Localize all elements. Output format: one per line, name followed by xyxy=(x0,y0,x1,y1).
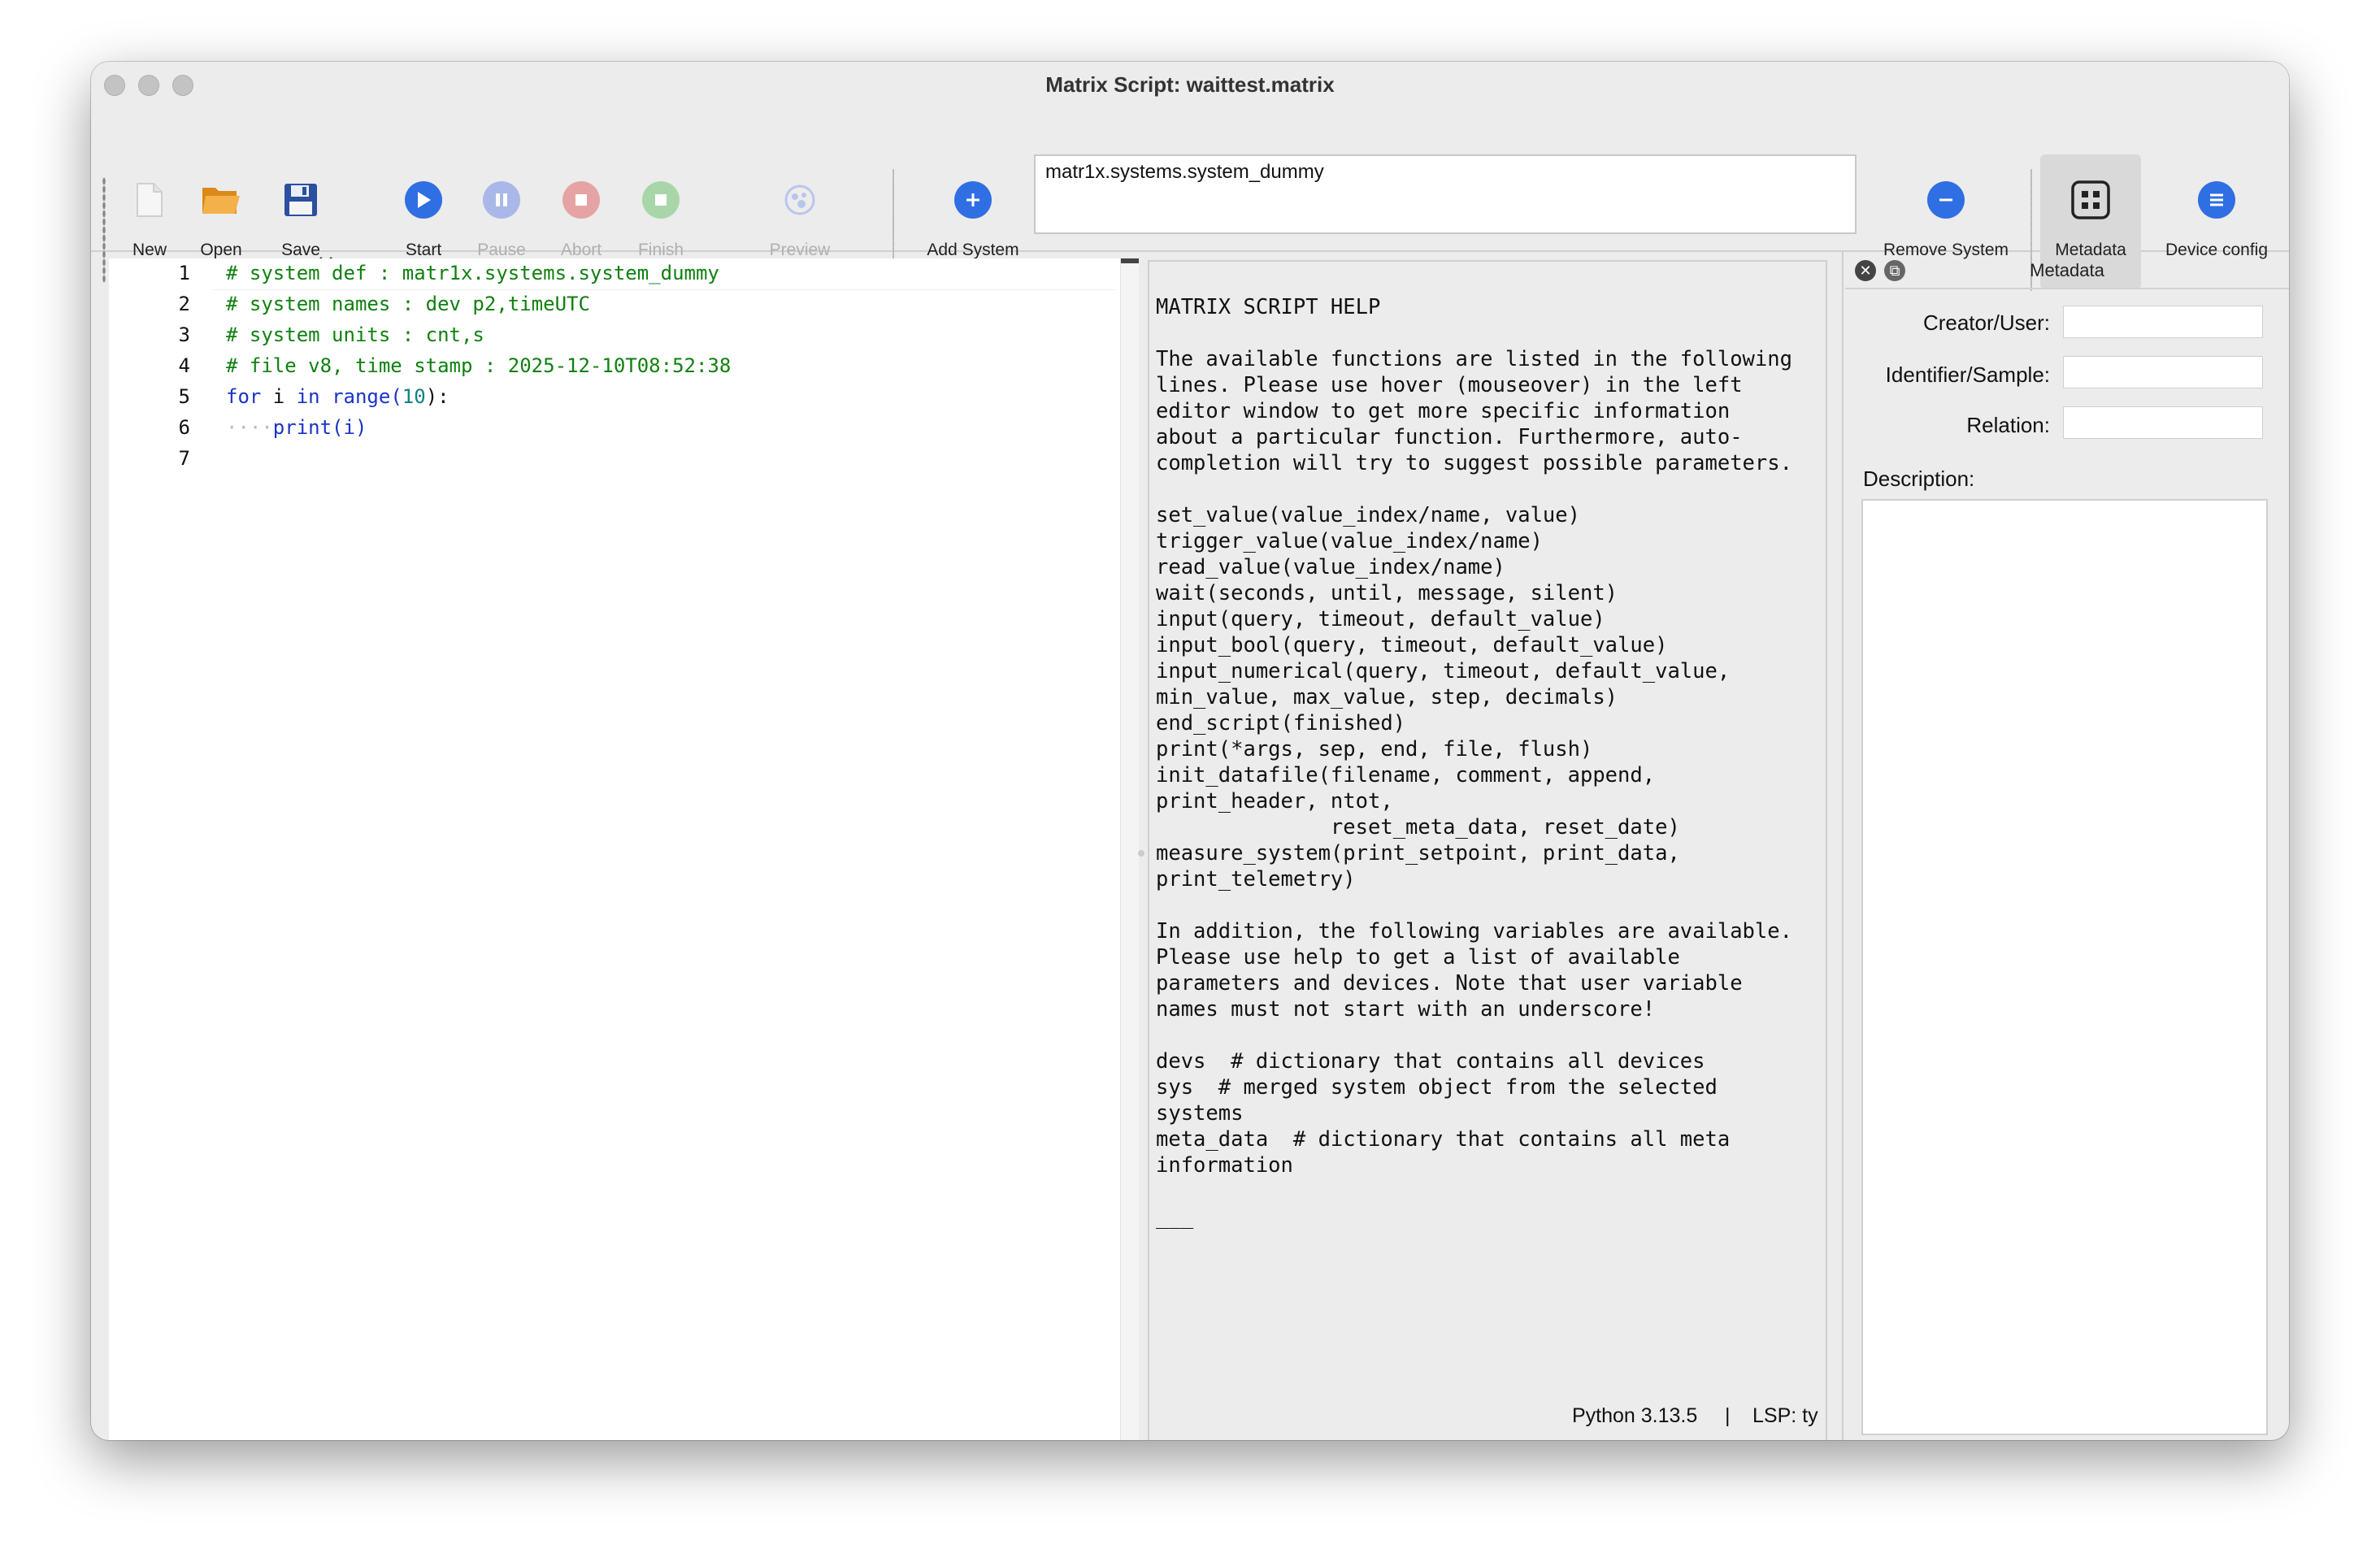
code-line-4: # file v8, time stamp : 2025-12-10T08:52… xyxy=(226,354,732,377)
system-list-field[interactable]: matr1x.systems.system_dummy xyxy=(1034,154,1857,234)
pane-splitter-handle[interactable] xyxy=(1138,850,1144,857)
window-title: Matrix Script: waittest.matrix xyxy=(1045,72,1335,97)
status-separator: | xyxy=(1725,1404,1731,1427)
code-text: (i) xyxy=(332,416,367,439)
line-number: 1 xyxy=(178,262,190,284)
panel-divider xyxy=(1842,252,1844,1440)
toolbar: New Open Save Start Pause Abort Finish P… xyxy=(91,107,2289,291)
line-number: 6 xyxy=(178,416,190,439)
code-line-5: for i in range(10): xyxy=(226,385,450,408)
title-bar: Matrix Script: waittest.matrix xyxy=(91,62,2289,107)
creator-input[interactable] xyxy=(2063,306,2263,338)
minimize-window-button[interactable] xyxy=(138,75,159,96)
plus-icon xyxy=(954,181,992,219)
zoom-window-button[interactable] xyxy=(172,75,193,96)
minus-icon xyxy=(1927,181,1965,219)
code-text: i xyxy=(261,385,297,408)
line-number: 5 xyxy=(178,385,190,408)
line-number-gutter: 1 2 3 4 5 6 7 xyxy=(109,258,213,1440)
finish-icon xyxy=(642,181,680,219)
line-number: 3 xyxy=(178,323,190,346)
preview-icon xyxy=(784,159,816,241)
stop-icon xyxy=(562,181,600,219)
code-line-1: # system def : matr1x.systems.system_dum… xyxy=(226,262,719,284)
python-version: Python 3.13.5 xyxy=(1572,1404,1698,1427)
new-file-icon xyxy=(136,159,163,241)
identifier-label: Identifier/Sample: xyxy=(1885,362,2050,387)
lsp-status: LSP: ty xyxy=(1752,1404,1818,1427)
relation-label: Relation: xyxy=(1966,413,2050,437)
folder-icon xyxy=(201,159,241,241)
line-number: 4 xyxy=(178,354,190,377)
keyword: for xyxy=(226,385,262,408)
scrollbar-cap xyxy=(1121,258,1139,263)
pause-icon xyxy=(483,181,520,219)
number-literal: 10 xyxy=(402,385,426,408)
play-icon xyxy=(405,181,442,219)
code-editor[interactable]: 1 2 3 4 5 6 7 # system def : matr1x.syst… xyxy=(109,258,1136,1440)
line-number: 7 xyxy=(178,447,190,470)
metadata-panel-header: ✕ ⧉ Metadata xyxy=(1845,252,2289,289)
toolbar-grip[interactable] xyxy=(102,177,106,283)
indent-guide: ···· xyxy=(226,416,273,439)
code-text: ): xyxy=(425,385,450,408)
metadata-panel-title: Metadata xyxy=(2030,260,2104,280)
relation-input[interactable] xyxy=(2063,406,2263,439)
creator-label: Creator/User: xyxy=(1922,310,2050,335)
close-window-button[interactable] xyxy=(104,75,125,96)
description-textarea[interactable] xyxy=(1861,499,2268,1435)
code-line-2: # system names : dev p2,timeUTC xyxy=(226,293,590,315)
description-label: Description: xyxy=(1863,466,1975,491)
main-window: Matrix Script: waittest.matrix New Open … xyxy=(91,62,2289,1440)
identifier-input[interactable] xyxy=(2063,356,2263,388)
code-line-3: # system units : cnt,s xyxy=(226,323,484,346)
builtin-function: range xyxy=(332,385,391,408)
window-controls xyxy=(104,75,193,96)
line-number: 2 xyxy=(178,293,190,315)
list-icon xyxy=(2198,181,2235,219)
floppy-disk-icon xyxy=(283,159,319,241)
keyword: in xyxy=(296,385,320,408)
grid-icon xyxy=(2071,159,2110,241)
builtin-function: print xyxy=(272,416,332,439)
help-pane: MATRIX SCRIPT HELP The available functio… xyxy=(1148,260,1827,1440)
code-text: ( xyxy=(390,385,402,408)
editor-scrollbar[interactable] xyxy=(1120,258,1139,1440)
code-line-6: ····print(i) xyxy=(226,416,367,439)
